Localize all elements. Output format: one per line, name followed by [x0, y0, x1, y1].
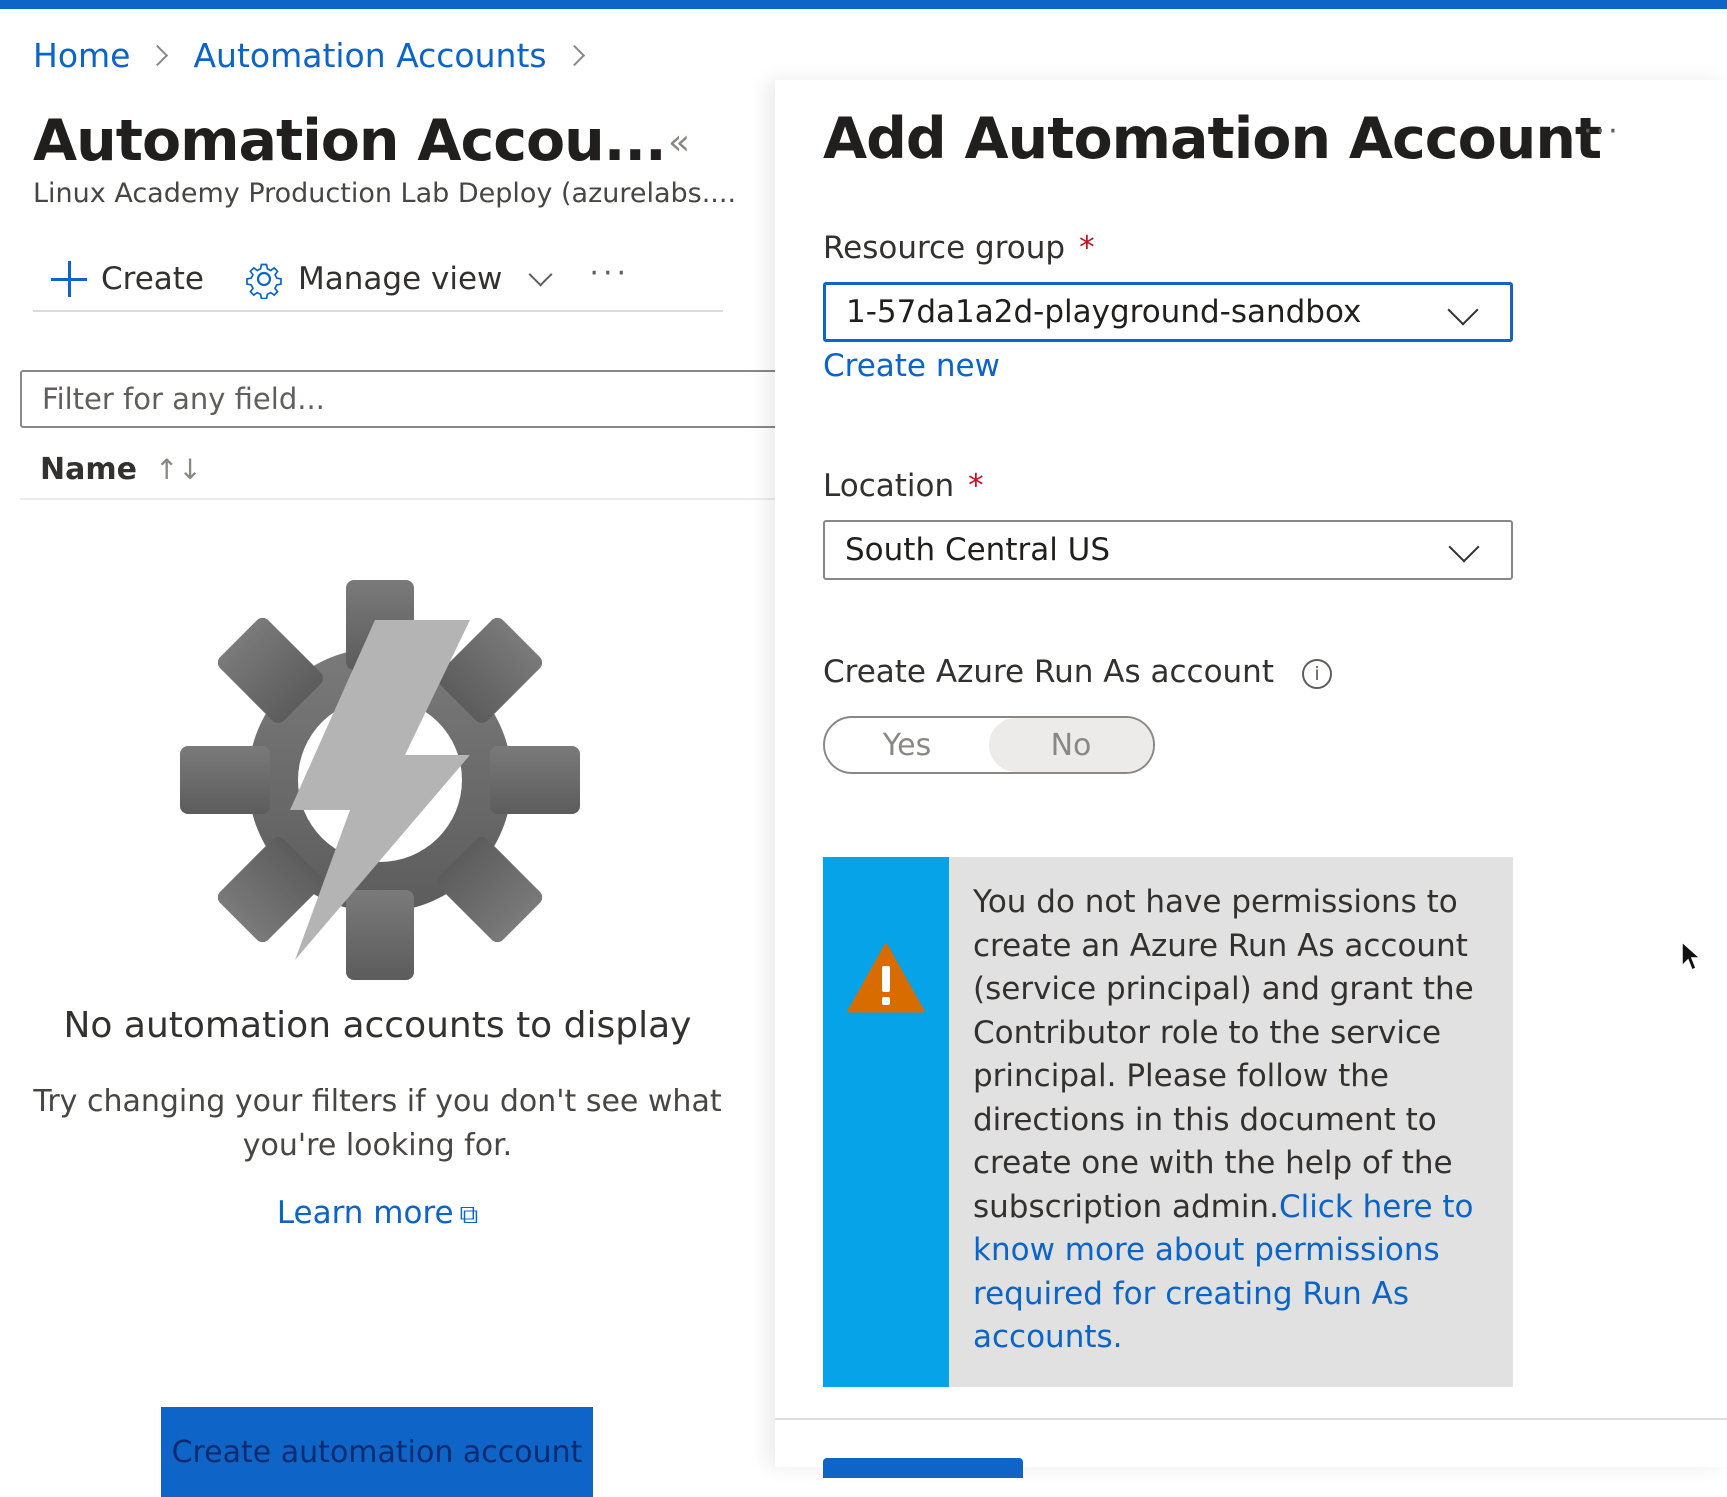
chevron-right-icon: [563, 44, 585, 67]
automation-gear-bolt-icon: [180, 580, 580, 980]
resource-group-value: 1-57da1a2d-playground-sandbox: [846, 294, 1362, 330]
warning-text: You do not have permissions to create an…: [973, 881, 1493, 1360]
resource-group-label-text: Resource group: [823, 230, 1066, 266]
create-button[interactable]: Create: [33, 261, 204, 297]
more-options-icon[interactable]: ···: [1583, 114, 1621, 149]
resource-group-label: Resource group *: [823, 230, 1095, 266]
breadcrumb-automation-accounts[interactable]: Automation Accounts: [193, 36, 546, 75]
column-header-label: Name: [40, 451, 137, 487]
external-link-icon: ⧉: [459, 1200, 479, 1230]
create-new-link[interactable]: Create new: [823, 348, 1000, 384]
blade-title: Add Automation Account: [823, 106, 1602, 172]
breadcrumb-home[interactable]: Home: [33, 36, 130, 75]
column-header-name[interactable]: Name ↑↓: [20, 440, 790, 500]
blade-footer-divider: [775, 1418, 1727, 1420]
page-title: Automation Accou...: [33, 108, 667, 174]
info-icon[interactable]: i: [1301, 658, 1332, 689]
resource-group-select[interactable]: 1-57da1a2d-playground-sandbox: [823, 282, 1513, 342]
warning-triangle-icon: [847, 943, 925, 1013]
run-as-toggle[interactable]: Yes No: [823, 716, 1155, 774]
learn-more-link[interactable]: Learn more ⧉: [0, 1195, 755, 1231]
warning-message-bar: You do not have permissions to create an…: [823, 857, 1513, 1387]
empty-state-subtitle: Try changing your filters if you don't s…: [33, 1084, 722, 1163]
command-bar: Create Manage view ···: [33, 248, 723, 312]
chevron-down-icon: [1448, 531, 1480, 563]
manage-view-label: Manage view: [298, 261, 503, 297]
review-create-button[interactable]: [823, 1458, 1023, 1478]
breadcrumb: Home Automation Accounts: [33, 36, 592, 75]
more-options-icon[interactable]: ···: [589, 256, 630, 291]
required-marker: *: [968, 468, 984, 504]
add-automation-account-blade: Add Automation Account ··· Resource grou…: [775, 80, 1727, 1478]
toggle-yes[interactable]: Yes: [825, 718, 989, 772]
mouse-cursor-icon: [1681, 940, 1702, 972]
manage-view-button[interactable]: Manage view: [244, 259, 553, 299]
warning-body: You do not have permissions to create an…: [973, 884, 1474, 1225]
create-automation-account-button[interactable]: Create automation account: [161, 1407, 593, 1497]
chevron-right-icon: [147, 44, 169, 67]
top-accent-bar: [0, 0, 1727, 9]
toggle-no[interactable]: No: [989, 718, 1153, 772]
chevron-down-icon: [528, 261, 553, 287]
create-button-label: Create: [101, 261, 205, 297]
location-label: Location *: [823, 468, 984, 504]
location-select[interactable]: South Central US: [823, 520, 1513, 580]
gear-icon: [246, 263, 282, 299]
run-as-label-text: Create Azure Run As account: [823, 654, 1274, 690]
required-marker: *: [1079, 230, 1095, 266]
filter-input[interactable]: [20, 370, 790, 428]
warning-accent-bar: [823, 857, 949, 1387]
automation-accounts-pane: Automation Accou... « Linux Academy Prod…: [0, 80, 790, 1497]
run-as-label: Create Azure Run As account i: [823, 654, 1332, 690]
collapse-pane-icon[interactable]: «: [668, 122, 690, 163]
chevron-down-icon: [1447, 294, 1479, 326]
location-label-text: Location: [823, 468, 955, 504]
plus-icon: [51, 261, 87, 297]
empty-state-title: No automation accounts to display: [63, 1005, 692, 1046]
location-value: South Central US: [845, 532, 1111, 568]
page-subtitle: Linux Academy Production Lab Deploy (azu…: [33, 178, 737, 209]
sort-icon[interactable]: ↑↓: [155, 453, 202, 486]
learn-more-label: Learn more: [276, 1195, 454, 1231]
